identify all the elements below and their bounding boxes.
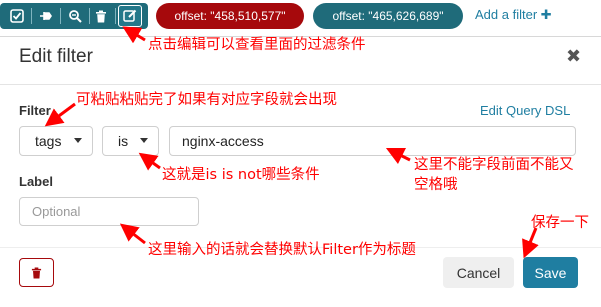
arrow-operator bbox=[138, 152, 161, 171]
annotation-value-line2: 空格哦 bbox=[414, 177, 458, 193]
annotation-save: 保存一下 bbox=[531, 215, 589, 231]
arrow-edit bbox=[122, 26, 146, 44]
annotation-label: 这里输入的话就会替换默认Filter作为标题 bbox=[148, 242, 416, 258]
arrow-value bbox=[385, 147, 411, 165]
arrow-paste bbox=[44, 102, 76, 127]
annotation-operator: 这就是is is not哪些条件 bbox=[162, 167, 320, 183]
annotation-paste: 可粘贴粘贴完了如果有对应字段就会出现 bbox=[76, 92, 337, 108]
annotation-edit: 点击编辑可以查看里面的过滤条件 bbox=[148, 37, 366, 53]
arrow-label bbox=[119, 223, 146, 245]
annotation-value-line1: 这里不能字段前面不能又 bbox=[414, 157, 574, 173]
